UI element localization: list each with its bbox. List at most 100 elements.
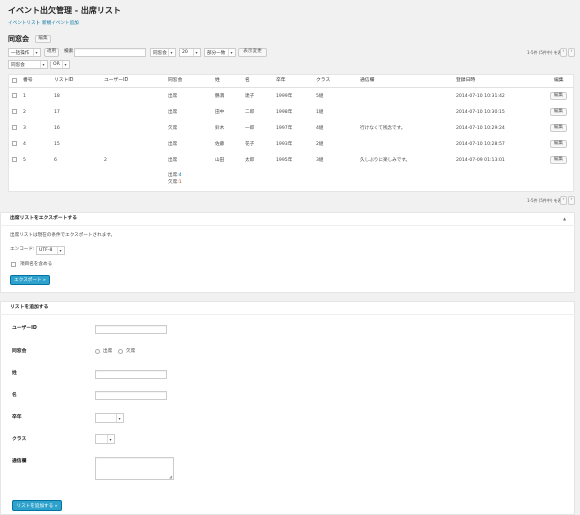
cell-class: 1組 bbox=[316, 110, 324, 115]
row-checkbox[interactable] bbox=[12, 125, 17, 130]
page-prev-button[interactable]: ‹ bbox=[560, 48, 567, 57]
cell-no: 4 bbox=[23, 142, 26, 147]
event-edit-button[interactable]: 編集 bbox=[35, 35, 51, 43]
summary-present-label: 出席: bbox=[168, 173, 179, 178]
display-change-button[interactable]: 表示変更 bbox=[238, 48, 267, 57]
col-header-year[interactable]: 卒年 bbox=[276, 78, 286, 84]
mei-label: 名 bbox=[12, 393, 17, 398]
row-edit-button[interactable]: 編集 bbox=[550, 140, 567, 148]
col-header-sei[interactable]: 姓 bbox=[215, 78, 220, 84]
new-event-link[interactable]: 新規イベント追加 bbox=[42, 21, 79, 27]
col-header-class[interactable]: クラス bbox=[316, 78, 330, 84]
page-next-button[interactable]: › bbox=[568, 48, 575, 57]
cell-sei: 鶴満 bbox=[215, 94, 225, 99]
row-edit-button[interactable]: 編集 bbox=[550, 124, 567, 132]
search-input[interactable] bbox=[74, 48, 146, 57]
summary-absent: 欠席:1 bbox=[168, 180, 182, 186]
radio-present-label: 出席 bbox=[103, 349, 113, 354]
per-page-select[interactable]: 20 ▾ bbox=[179, 48, 201, 57]
match-select[interactable]: 部分一致 ▾ bbox=[204, 48, 236, 57]
export-button[interactable]: エクスポート » bbox=[10, 275, 50, 285]
add-list-panel bbox=[0, 301, 575, 515]
cell-class: 2組 bbox=[316, 142, 324, 147]
chevron-down-icon: ▾ bbox=[168, 49, 174, 56]
cell-list-id: 6 bbox=[54, 158, 57, 163]
chevron-down-icon: ▾ bbox=[33, 49, 39, 56]
summary-absent-label: 欠席: bbox=[168, 180, 179, 185]
field-select[interactable]: 同窓会 ▾ bbox=[150, 48, 176, 57]
cell-year: 1993年 bbox=[276, 142, 293, 147]
row-checkbox[interactable] bbox=[12, 141, 17, 146]
include-names-checkbox[interactable] bbox=[11, 262, 16, 267]
row-edit-button[interactable]: 編集 bbox=[550, 156, 567, 164]
cell-year: 1999年 bbox=[276, 94, 293, 99]
cell-user-id[interactable]: 2 bbox=[104, 158, 107, 164]
chevron-down-icon: ▾ bbox=[228, 49, 234, 56]
user-id-label: ユーザーID bbox=[12, 326, 37, 331]
encode-label: エンコード: bbox=[10, 247, 35, 252]
bulk-action-select[interactable]: 一括操作 ▾ bbox=[8, 48, 41, 57]
cell-mei: 達子 bbox=[245, 94, 255, 99]
row-checkbox[interactable] bbox=[12, 109, 17, 114]
col-header-list-id[interactable]: リストID bbox=[54, 78, 74, 84]
cell-sei: 田中 bbox=[215, 110, 225, 115]
cell-year: 1995年 bbox=[276, 158, 293, 163]
filter-select[interactable]: 同窓会 ▾ bbox=[8, 60, 48, 69]
year-select[interactable]: ▾ bbox=[95, 413, 124, 423]
radio-present[interactable] bbox=[95, 349, 100, 354]
cell-status: 欠席 bbox=[168, 126, 178, 131]
cell-note: 久しぶりに楽しみです。 bbox=[360, 158, 411, 163]
col-header-mei[interactable]: 名 bbox=[245, 78, 250, 84]
row-edit-button[interactable]: 編集 bbox=[550, 92, 567, 100]
cell-class: 5組 bbox=[316, 94, 324, 99]
cell-list-id: 18 bbox=[54, 94, 60, 99]
radio-absent[interactable] bbox=[118, 349, 123, 354]
resize-handle-icon: ◢ bbox=[169, 474, 173, 479]
cell-date: 2014-07-10 10:31:42 bbox=[456, 94, 505, 99]
apply-button[interactable]: 適用 bbox=[44, 48, 59, 57]
collapse-toggle-icon[interactable]: ▲ bbox=[563, 217, 566, 221]
cell-date: 2014-07-10 10:30:15 bbox=[456, 110, 505, 115]
chevron-down-icon: ▾ bbox=[116, 414, 122, 422]
filter-select-value: 同窓会 bbox=[11, 62, 25, 68]
row-checkbox[interactable] bbox=[12, 157, 17, 162]
mei-input[interactable] bbox=[95, 391, 167, 400]
field-select-value: 同窓会 bbox=[153, 50, 167, 56]
encode-select[interactable]: UTF-8 ▾ bbox=[36, 246, 65, 255]
cell-mei: 太郎 bbox=[245, 158, 255, 163]
cell-no: 1 bbox=[23, 94, 26, 99]
cell-status: 出席 bbox=[168, 94, 178, 99]
chevron-down-icon: ▾ bbox=[57, 247, 63, 254]
row-edit-button[interactable]: 編集 bbox=[550, 108, 567, 116]
note-label: 通信欄 bbox=[12, 459, 27, 464]
select-all-checkbox[interactable] bbox=[12, 78, 17, 83]
cell-mei: 一郎 bbox=[245, 126, 255, 131]
cell-year: 1997年 bbox=[276, 126, 293, 131]
cell-date: 2014-07-09 01:13:01 bbox=[456, 158, 505, 163]
andor-select-value: OR bbox=[53, 62, 60, 67]
col-header-no[interactable]: 番号 bbox=[23, 78, 33, 84]
subnav-separator: | bbox=[37, 21, 39, 26]
add-list-submit-button[interactable]: リストを追加する » bbox=[12, 500, 62, 511]
cell-sei: 山田 bbox=[215, 158, 225, 163]
add-list-panel-header bbox=[0, 301, 575, 315]
cell-status: 出席 bbox=[168, 142, 178, 147]
sei-input[interactable] bbox=[95, 370, 167, 379]
export-title: 出席リストをエクスポートする bbox=[10, 216, 78, 221]
note-textarea[interactable] bbox=[95, 457, 174, 480]
per-page-value: 20 bbox=[182, 50, 188, 55]
user-id-input[interactable] bbox=[95, 325, 167, 334]
row-checkbox[interactable] bbox=[12, 93, 17, 98]
chevron-down-icon: ▾ bbox=[62, 61, 68, 68]
page-prev-button-bottom[interactable]: ‹ bbox=[560, 196, 567, 205]
class-select[interactable]: ▾ bbox=[95, 434, 115, 444]
col-header-note[interactable]: 通信欄 bbox=[360, 78, 374, 84]
bulk-action-value: 一括操作 bbox=[11, 50, 30, 56]
col-header-status[interactable]: 同窓会 bbox=[168, 78, 182, 84]
event-list-link[interactable]: イベントリスト bbox=[8, 21, 40, 27]
col-header-user-id[interactable]: ユーザーID bbox=[104, 78, 128, 84]
page-next-button-bottom[interactable]: › bbox=[568, 196, 575, 205]
col-header-date[interactable]: 登録日時 bbox=[456, 78, 475, 84]
andor-select[interactable]: OR ▾ bbox=[50, 60, 70, 69]
cell-list-id: 17 bbox=[54, 110, 60, 115]
